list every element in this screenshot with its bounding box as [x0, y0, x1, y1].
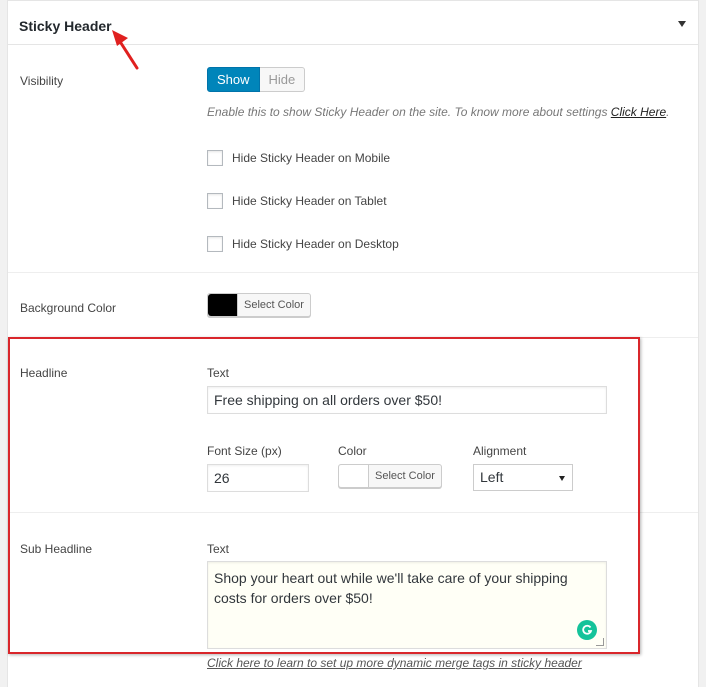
alignment-select[interactable]: Left	[473, 464, 573, 491]
font-size-input[interactable]: 26	[207, 464, 309, 492]
show-button[interactable]: Show	[207, 67, 260, 92]
visibility-toggle: Show Hide	[207, 67, 306, 92]
visibility-help-text: Enable this to show Sticky Header on the…	[207, 105, 670, 119]
headline-color-picker[interactable]: Select Color	[338, 464, 442, 488]
headline-color-swatch	[339, 465, 369, 487]
section-divider	[8, 337, 698, 338]
headline-text-label: Text	[207, 366, 230, 380]
sub-headline-textarea[interactable]: Shop your heart out while we'll take car…	[207, 561, 607, 649]
resize-handle-icon[interactable]	[596, 638, 604, 646]
headline-color-label: Color	[338, 444, 367, 458]
sub-headline-label: Sub Headline	[20, 542, 93, 556]
hide-tablet-row[interactable]: Hide Sticky Header on Tablet	[207, 193, 387, 209]
chevron-down-icon	[559, 476, 565, 481]
merge-tags-link[interactable]: Click here to learn to set up more dynam…	[207, 656, 582, 670]
background-color-label: Background Color	[20, 301, 117, 315]
hide-desktop-checkbox[interactable]	[207, 236, 223, 252]
hide-mobile-checkbox[interactable]	[207, 150, 223, 166]
select-color-label: Select Color	[375, 470, 435, 482]
section-divider	[8, 272, 698, 273]
headline-label: Headline	[20, 366, 68, 380]
red-arrow-annotation-icon	[112, 30, 139, 70]
click-here-link[interactable]: Click Here	[611, 105, 666, 119]
sub-headline-text: Shop your heart out while we'll take car…	[214, 570, 568, 606]
headline-text-input[interactable]: Free shipping on all orders over $50!	[207, 386, 607, 414]
hide-button[interactable]: Hide	[259, 67, 306, 92]
hide-tablet-checkbox[interactable]	[207, 193, 223, 209]
background-color-swatch	[208, 294, 238, 316]
alignment-label: Alignment	[473, 444, 527, 458]
hide-mobile-row[interactable]: Hide Sticky Header on Mobile	[207, 150, 390, 166]
hide-desktop-label[interactable]: Hide Sticky Header on Desktop	[232, 237, 399, 251]
section-divider	[8, 512, 698, 513]
hide-mobile-label[interactable]: Hide Sticky Header on Mobile	[232, 151, 390, 165]
hide-tablet-label[interactable]: Hide Sticky Header on Tablet	[232, 194, 387, 208]
select-color-label: Select Color	[244, 299, 304, 311]
font-size-label: Font Size (px)	[207, 444, 282, 458]
panel-title: Sticky Header	[19, 18, 112, 34]
collapse-toggle-icon[interactable]	[678, 21, 686, 27]
alignment-selected-value: Left	[480, 469, 504, 485]
hide-desktop-row[interactable]: Hide Sticky Header on Desktop	[207, 236, 399, 252]
sub-headline-text-label: Text	[207, 542, 230, 556]
visibility-label: Visibility	[20, 74, 64, 88]
background-color-picker[interactable]: Select Color	[207, 293, 311, 317]
grammarly-icon[interactable]	[577, 620, 597, 640]
sticky-header-panel: Sticky Header Visibility Show Hide Enabl…	[7, 0, 699, 687]
